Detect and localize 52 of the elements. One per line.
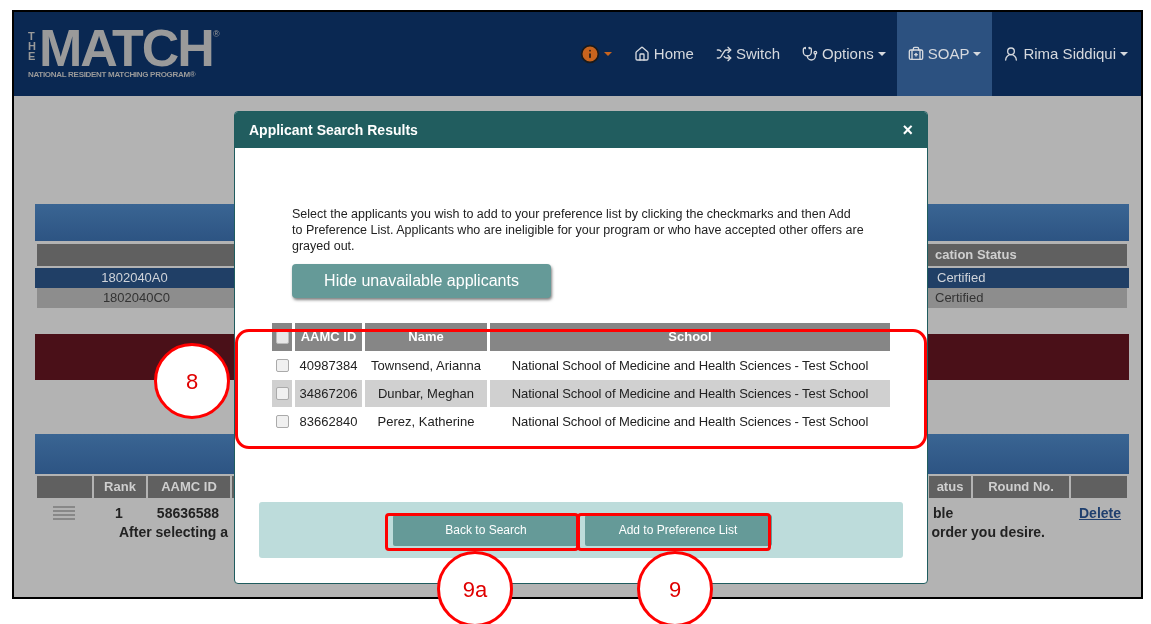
instructions-text: Select the applicants you wish to add to your preference list by clicking the checkmarks and then Add to Preference List. Applicants who are ineligible for your program or who have accepted other offers are grayed out.	[292, 206, 864, 254]
drag-handle-icon[interactable]	[52, 505, 75, 521]
column-header	[1071, 476, 1127, 498]
table-cell-text: 1802040C0	[101, 289, 172, 308]
column-header: atus	[929, 476, 971, 498]
table-cell-text: Certified	[936, 269, 987, 288]
logo-registered-mark: ®	[212, 28, 220, 39]
table-cell: National School of Medicine and Health Sciences - Test School	[490, 380, 890, 407]
checkbox[interactable]	[275, 415, 289, 428]
nav-item[interactable]: Rima Siddiqui	[992, 12, 1139, 96]
instruction-text: After selecting a	[119, 523, 228, 542]
table-cell-text: 83662840	[298, 412, 359, 431]
table-cell: Dunbar, Meghan	[365, 380, 487, 407]
table-cell: 34867206	[295, 380, 362, 407]
table-cell-text: Townsend, Arianna	[370, 356, 482, 375]
checkbox[interactable]	[275, 359, 289, 372]
table-cell-text: Certified	[934, 289, 985, 308]
column-header: AAMC ID	[148, 476, 230, 498]
nav-item[interactable]: Switch	[704, 12, 792, 96]
table-cell-text: 40987384	[298, 356, 359, 375]
caret-icon	[1120, 52, 1128, 56]
medical-kit-icon	[907, 46, 924, 62]
column-header: Round No.	[973, 476, 1069, 498]
column-header: cation Status	[934, 246, 1018, 265]
nav-item[interactable]: SOAP	[896, 12, 993, 96]
shuffle-icon	[715, 46, 732, 62]
home-icon	[633, 46, 650, 62]
table-cell-text: National School of Medicine and Health Sciences - Test School	[510, 412, 870, 431]
nav-item[interactable]: Options	[791, 12, 897, 96]
logo-subtitle: NATIONAL RESIDENT MATCHING PROGRAM®	[28, 70, 197, 80]
checkbox[interactable]	[275, 387, 289, 400]
dialog-title: Applicant Search Results	[249, 120, 418, 140]
nav-item[interactable]: Home	[622, 12, 705, 96]
instruction-text: order you desire.	[931, 523, 1045, 542]
table-cell-text: ble	[932, 503, 955, 523]
delete-link[interactable]: Delete	[1071, 502, 1129, 524]
table-cell-text: Perez, Katherine	[376, 412, 476, 431]
caret-icon	[973, 52, 982, 56]
table-cell-text: National School of Medicine and Health Sciences - Test School	[510, 356, 870, 375]
user-icon	[1003, 46, 1020, 62]
logo-the: THE	[28, 32, 37, 62]
table-cell-text: 1	[114, 503, 124, 523]
table-cell-text: 58636588	[155, 503, 221, 523]
column-header	[37, 476, 92, 498]
caret-icon	[603, 52, 612, 56]
caret-icon	[877, 52, 886, 56]
close-button[interactable]: ×	[902, 121, 913, 139]
info-icon	[579, 44, 600, 64]
logo-title: MATCH	[39, 26, 213, 70]
table-cell-text: 1802040A0	[100, 269, 169, 288]
stethoscope-icon	[802, 46, 819, 62]
column-header: Rank	[94, 476, 146, 498]
